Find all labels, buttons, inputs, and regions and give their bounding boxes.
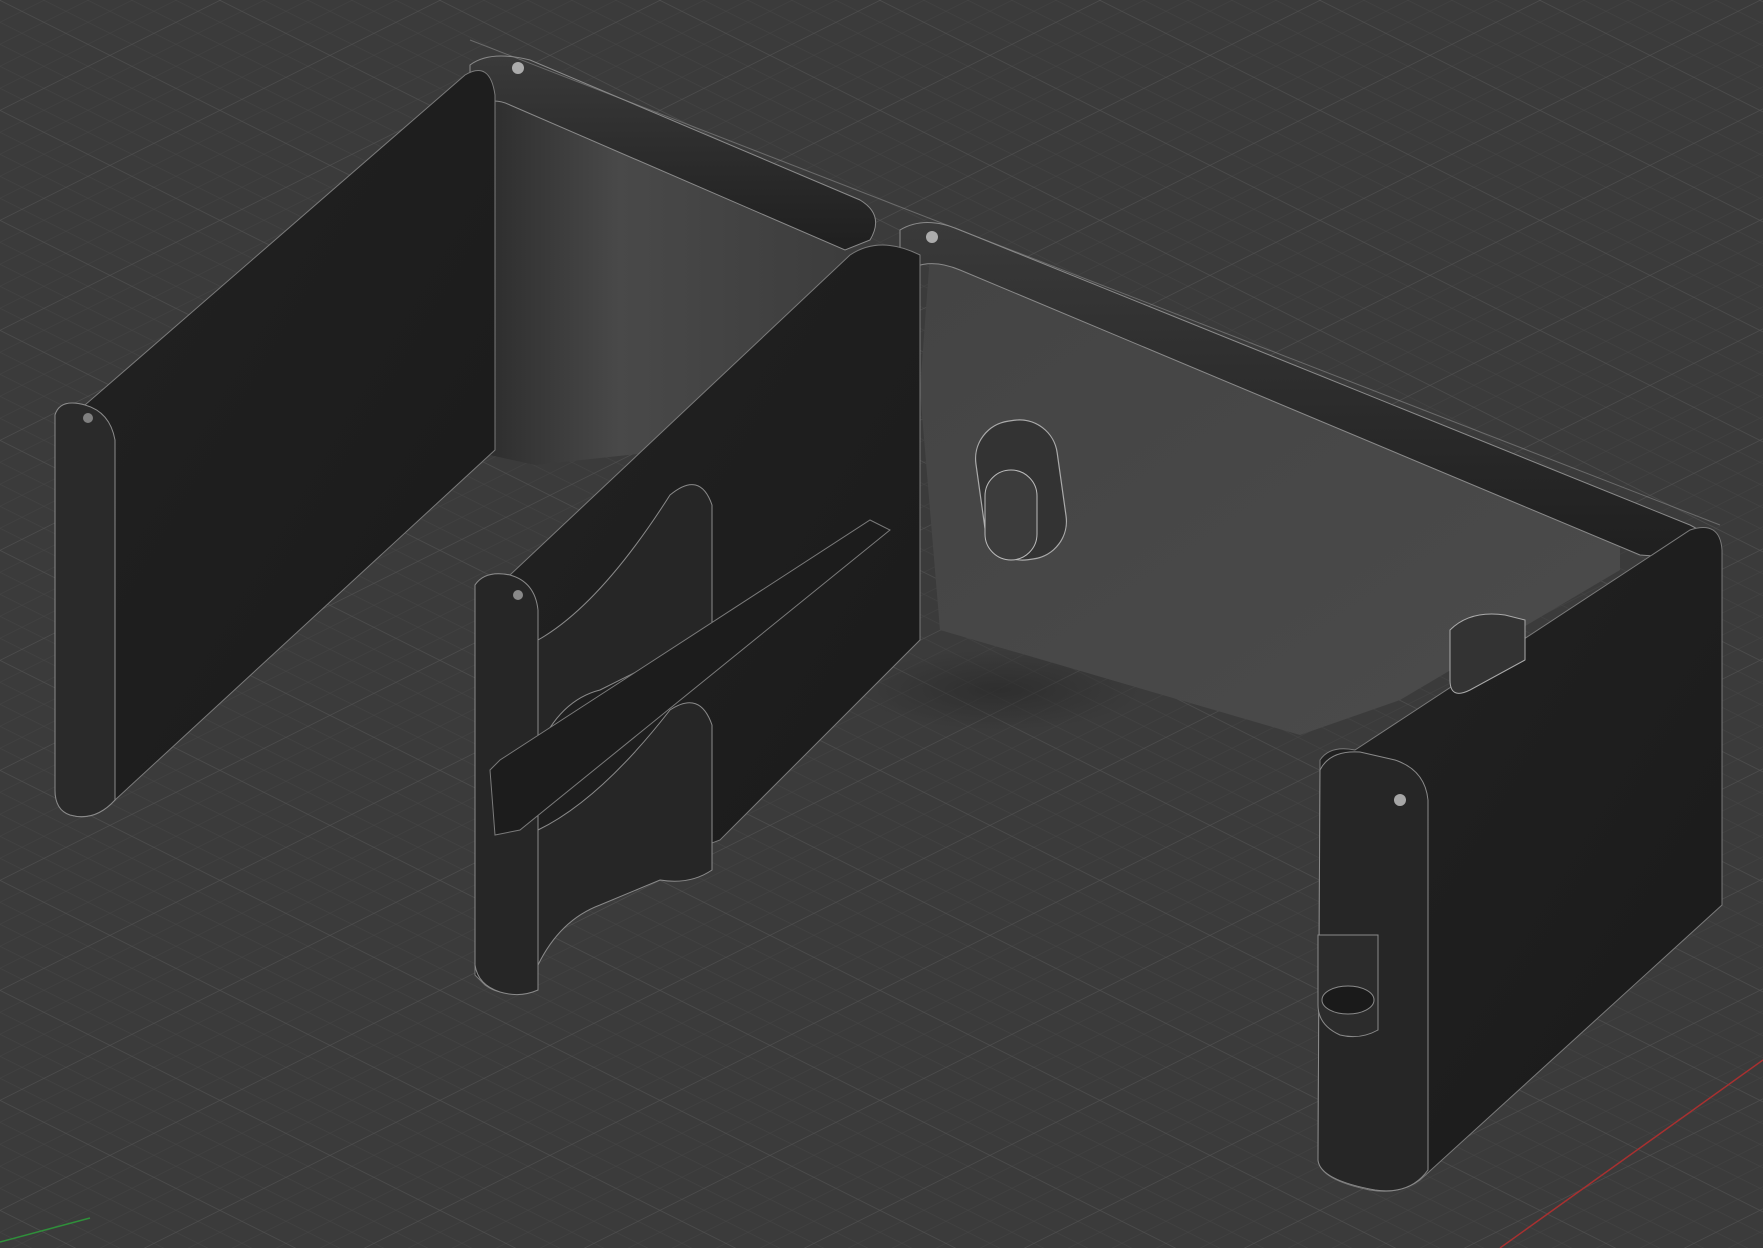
left-end-highlight bbox=[83, 413, 93, 423]
divider-top-highlight bbox=[513, 590, 523, 600]
divider-corner-highlight bbox=[926, 231, 938, 243]
oval-mounting-boss-face bbox=[984, 469, 1038, 561]
right-end-slot-opening bbox=[1321, 985, 1375, 1015]
viewport-canvas[interactable] bbox=[0, 0, 1763, 1248]
left-top-corner-highlight bbox=[512, 62, 524, 74]
right-end-highlight bbox=[1394, 794, 1406, 806]
left-end-wall-edge bbox=[54, 402, 116, 818]
cad-viewport[interactable] bbox=[0, 0, 1763, 1248]
